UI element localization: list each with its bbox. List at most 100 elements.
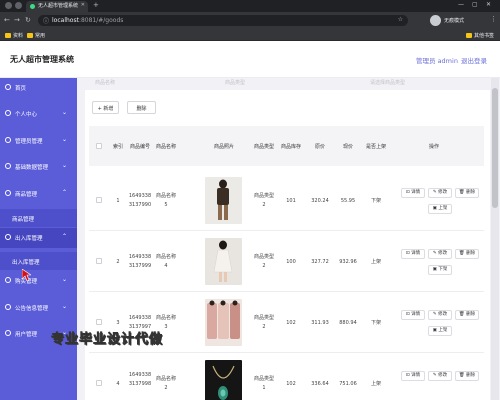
- data-icon: [5, 163, 11, 169]
- search-type-input[interactable]: 商品类型: [225, 79, 245, 86]
- chevron-down-icon: ⌄: [62, 136, 68, 143]
- scrollbar-thumb[interactable]: [492, 88, 498, 208]
- detail-button[interactable]: ⊡ 详情: [401, 188, 425, 198]
- url-path: :8081/#/goods: [78, 17, 124, 24]
- sidebar-subitem-stock[interactable]: 出入库管理: [0, 252, 77, 270]
- maximize-icon[interactable]: ▢: [472, 1, 478, 8]
- notice-icon: [5, 304, 11, 310]
- sidebar-item-label: 首页: [15, 86, 27, 92]
- detail-button[interactable]: ⊡ 详情: [401, 371, 425, 381]
- table-row: 1 1649338 3137990 商品名称 5 商品类型 2 101 320.…: [89, 170, 484, 231]
- reload-icon[interactable]: ↻: [25, 16, 31, 24]
- row-checkbox[interactable]: [96, 380, 102, 386]
- edit-button[interactable]: ✎ 修改: [428, 249, 452, 259]
- vertical-scrollbar[interactable]: [491, 78, 499, 400]
- sidebar-item-home[interactable]: 首页: [0, 78, 77, 98]
- sidebar-item-notice[interactable]: 公告信息管理 ⌄: [0, 298, 77, 318]
- url-host: localhost: [52, 17, 79, 24]
- back-icon[interactable]: ←: [4, 16, 10, 24]
- admin-label: 管理员 admin: [416, 57, 458, 65]
- all-bookmarks-label: 其他书签: [474, 33, 495, 39]
- main-content: 商品名称 商品类型 请选择商品类型 + 新增 删除 索引 商品编号 商品名称 商…: [77, 78, 500, 400]
- edit-button[interactable]: ✎ 修改: [428, 371, 452, 381]
- browser-tab-strip: 无人超市管理系统 ✕ + — ▢ ✕: [0, 0, 500, 12]
- folder-icon: [27, 33, 33, 38]
- batch-delete-button[interactable]: 删除: [127, 101, 156, 114]
- search-name-input[interactable]: 商品名称: [95, 79, 115, 86]
- header-photo: 商品照片: [213, 144, 234, 150]
- row-checkbox[interactable]: [96, 258, 102, 264]
- table-row: 4 1649338 3137998 商品名称 2 商品类型 1 102 336.…: [89, 353, 484, 400]
- cell-status: 下架: [370, 198, 381, 204]
- bookmark-folder[interactable]: 资料: [5, 32, 23, 39]
- delete-button[interactable]: 🗑 删除: [455, 249, 479, 259]
- bookmarks-bar: 资料 常用 其他书签: [0, 29, 500, 41]
- bookmark-star-icon[interactable]: ☆: [398, 16, 403, 23]
- all-bookmarks[interactable]: 其他书签: [466, 32, 494, 39]
- detail-button[interactable]: ⊡ 详情: [401, 249, 425, 259]
- tab-search-icon[interactable]: [5, 2, 12, 9]
- header-actions: 操作: [428, 144, 439, 150]
- mouse-cursor-icon: [22, 269, 31, 281]
- product-photo-jacket: [205, 177, 242, 224]
- sidebar-item-label: 个人中心: [15, 112, 38, 118]
- cell-type: 商品类型: [253, 193, 274, 199]
- sidebar-subitem-goods[interactable]: 商品管理: [0, 209, 77, 227]
- cell-price: 311.93: [311, 320, 329, 326]
- add-button-label: + 新增: [97, 106, 114, 112]
- cell-name: 商品名称: [155, 254, 176, 260]
- logout-link[interactable]: 退出登录: [461, 55, 487, 65]
- sidebar-item-stock[interactable]: 出入库管理 ⌃: [0, 228, 77, 248]
- info-icon[interactable]: ⓘ: [43, 16, 49, 25]
- cell-type: 1: [262, 385, 266, 391]
- edit-button[interactable]: ✎ 修改: [428, 310, 452, 320]
- sidebar-item-profile[interactable]: 个人中心 ⌄: [0, 104, 77, 124]
- shelf-off-button[interactable]: ▣ 下架: [428, 265, 452, 275]
- user-icon: [5, 110, 11, 116]
- cell-now-price: 932.96: [339, 259, 357, 265]
- cell-type: 2: [262, 324, 266, 330]
- delete-button-label: 删除: [136, 106, 147, 112]
- detail-button[interactable]: ⊡ 详情: [401, 310, 425, 320]
- bookmark-label: 资料: [13, 33, 24, 39]
- cell-name: 2: [164, 385, 168, 391]
- minimize-icon[interactable]: —: [458, 1, 464, 8]
- row-checkbox[interactable]: [96, 319, 102, 325]
- header-name: 商品名称: [155, 144, 176, 150]
- cell-now-price: 751.06: [339, 381, 357, 387]
- delete-button[interactable]: 🗑 删除: [455, 310, 479, 320]
- cell-type: 2: [262, 202, 266, 208]
- shelf-on-button[interactable]: ▣ 上架: [428, 326, 452, 336]
- new-tab-icon[interactable]: +: [93, 1, 99, 9]
- incognito-avatar-icon[interactable]: [430, 15, 441, 26]
- sidebar-item-basic-data[interactable]: 基础数据管理 ⌄: [0, 157, 77, 177]
- header-type: 商品类型: [253, 144, 274, 150]
- cell-now-price: 880.94: [339, 320, 357, 326]
- type-select[interactable]: 请选择商品类型: [370, 79, 405, 86]
- add-button[interactable]: + 新增: [92, 101, 119, 114]
- bookmark-folder[interactable]: 常用: [27, 32, 45, 39]
- sidebar-item-goods[interactable]: 商品管理 ⌃: [0, 184, 77, 204]
- sidebar-item-purchase[interactable]: 购买管理 ⌄: [0, 271, 77, 291]
- forward-icon[interactable]: →: [14, 16, 20, 24]
- close-tab-icon[interactable]: ✕: [81, 2, 85, 8]
- tab-title: 无人超市管理系统: [38, 3, 79, 9]
- product-photo-necklace: [205, 360, 242, 400]
- select-all-checkbox[interactable]: [96, 143, 102, 149]
- incognito-label[interactable]: 无痕模式: [444, 17, 464, 24]
- cell-name: 商品名称: [155, 376, 176, 382]
- delete-button[interactable]: 🗑 删除: [455, 371, 479, 381]
- sidebar-item-admins[interactable]: 管理员管理 ⌄: [0, 131, 77, 151]
- shelf-on-button[interactable]: ▣ 上架: [428, 204, 452, 214]
- url-input[interactable]: ⓘ localhost:8081/#/goods ☆: [38, 15, 408, 26]
- row-checkbox[interactable]: [96, 197, 102, 203]
- vue-favicon-icon: [30, 4, 35, 9]
- browser-menu-icon[interactable]: ⋮: [490, 15, 497, 23]
- delete-button[interactable]: 🗑 删除: [455, 188, 479, 198]
- browser-tab[interactable]: 无人超市管理系统 ✕: [26, 1, 88, 12]
- address-bar-row: ← → ↻ ⓘ localhost:8081/#/goods ☆ 无痕模式 ⋮: [0, 12, 500, 29]
- tab-group-icon[interactable]: [15, 2, 22, 9]
- table-row: 2 1649338 3137999 商品名称 4 商品类型 2 100 327.…: [89, 231, 484, 292]
- edit-button[interactable]: ✎ 修改: [428, 188, 452, 198]
- close-window-icon[interactable]: ✕: [486, 1, 491, 8]
